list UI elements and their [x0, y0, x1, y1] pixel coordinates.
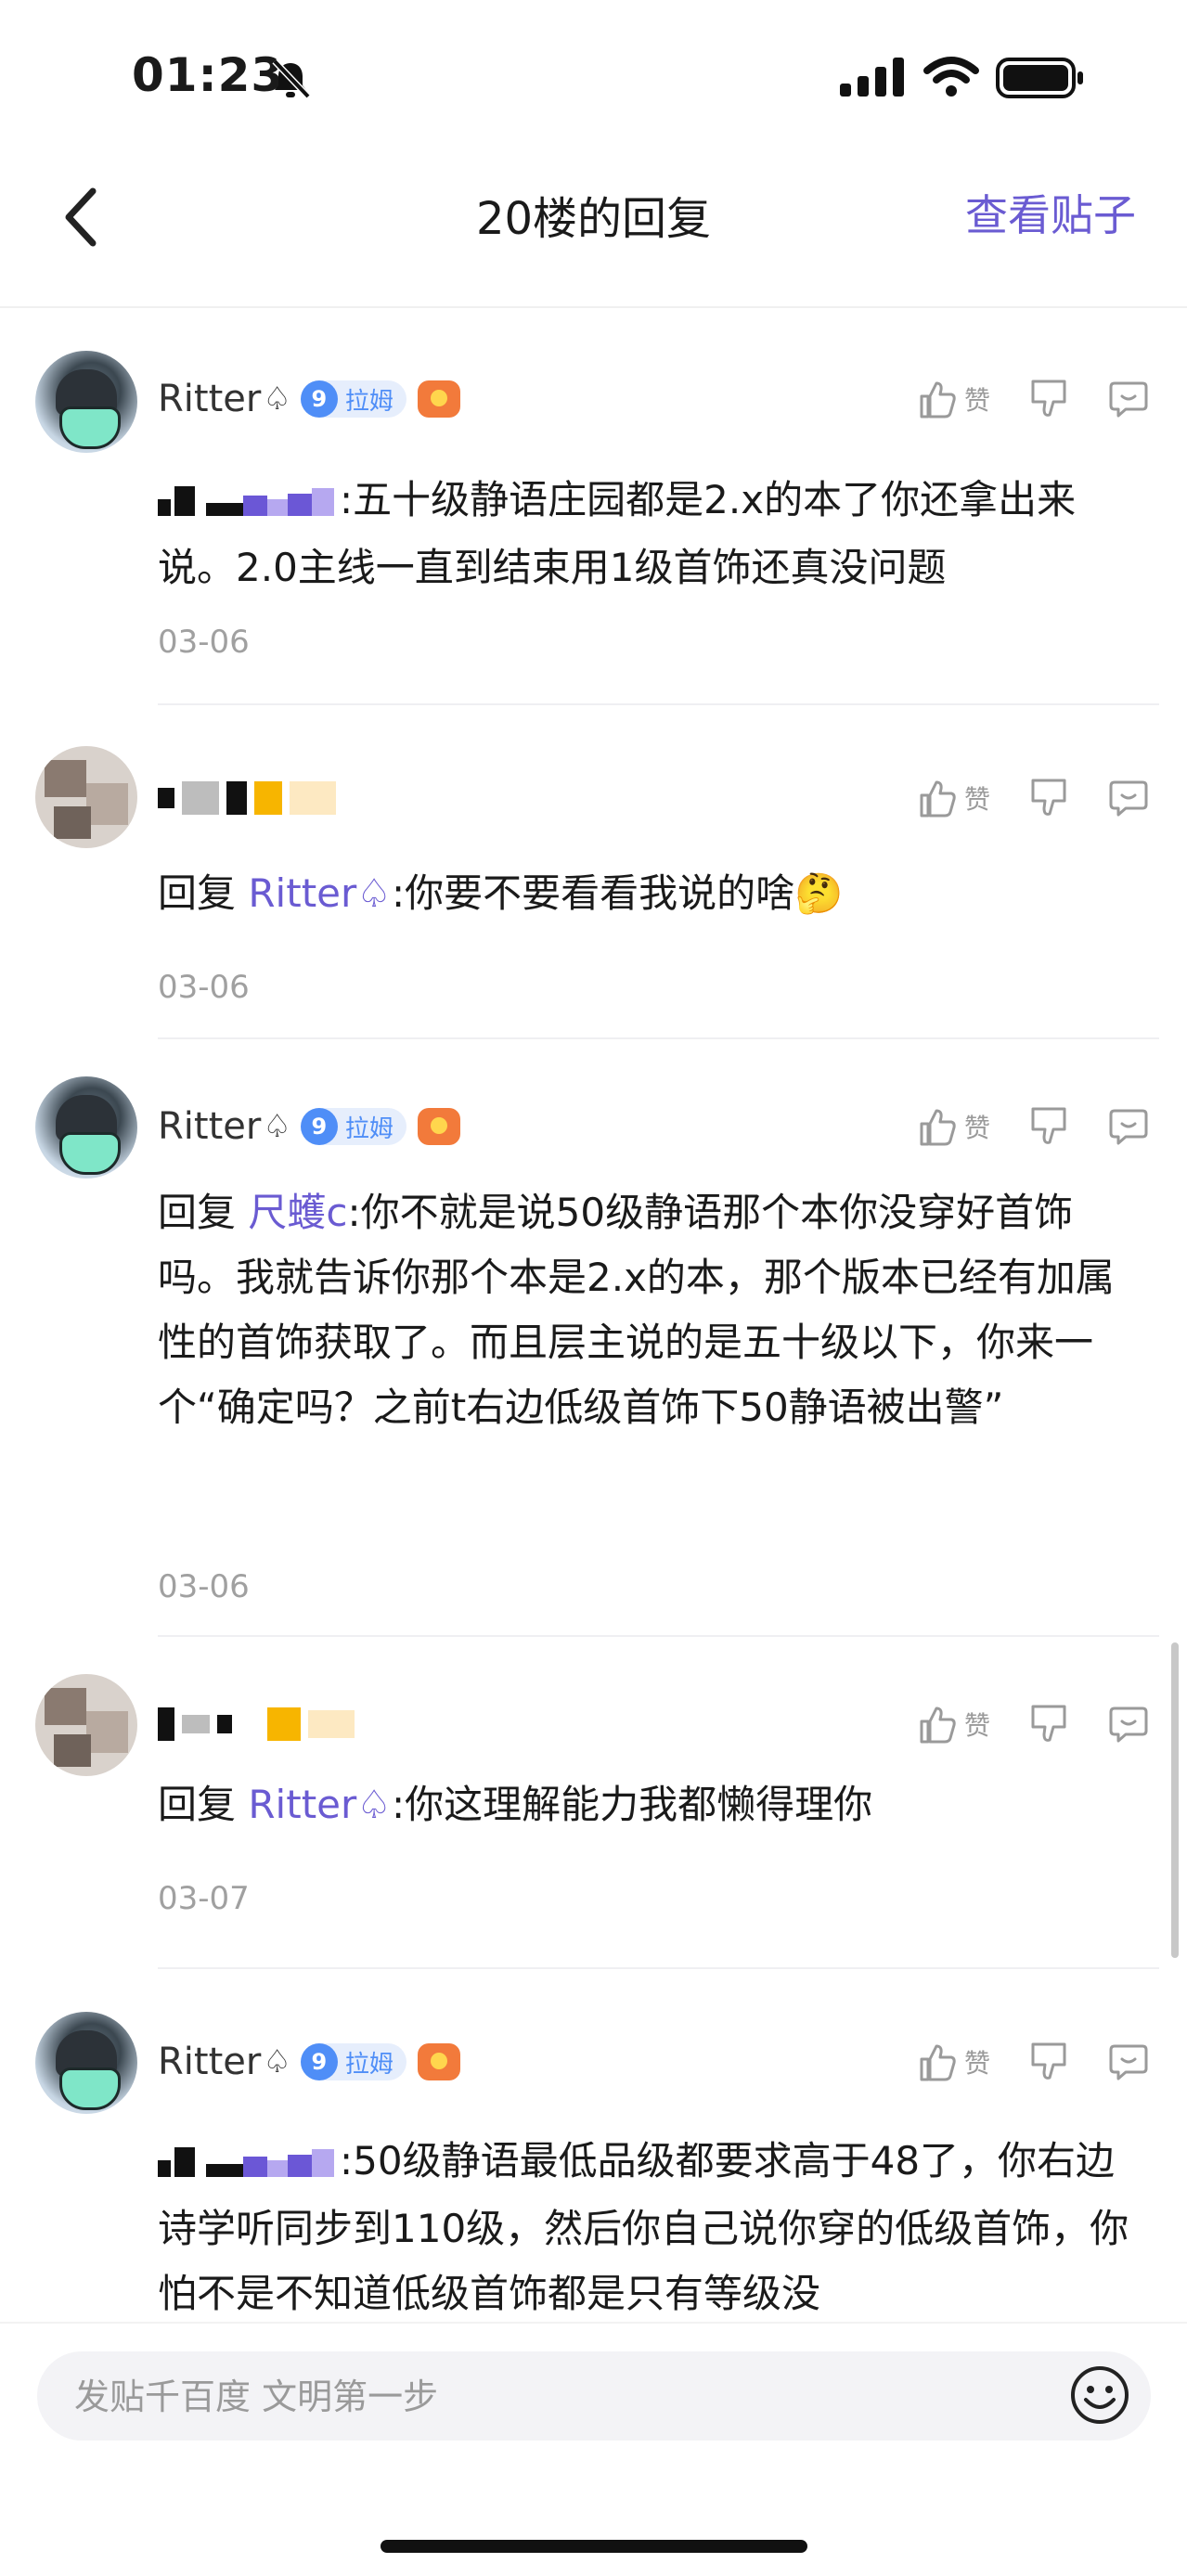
comment-button[interactable]	[1107, 378, 1150, 420]
reply-to-user[interactable]: Ritter♤	[248, 870, 392, 916]
game-badge-icon	[417, 380, 460, 418]
reply-list[interactable]: Ritter ♤ 9 拉姆 赞 :五十级静语庄园都是2.x的本了你还拿出来说。2…	[0, 308, 1187, 2322]
thumbs-down-icon	[1031, 2042, 1066, 2080]
comment-actions: 赞	[879, 2034, 1150, 2090]
censored-mention	[158, 2132, 334, 2196]
thumbs-down-icon	[1031, 380, 1066, 417]
like-button[interactable]: 赞	[916, 777, 990, 819]
spade-icon: ♤	[263, 2043, 291, 2080]
comment-button[interactable]	[1107, 2041, 1150, 2083]
censored-mention	[158, 470, 334, 535]
spade-icon: ♤	[263, 380, 291, 418]
home-indicator	[381, 2540, 807, 2553]
level-badge: 9 拉姆	[300, 380, 406, 418]
avatar[interactable]	[35, 351, 137, 453]
spade-icon: ♤	[263, 1108, 291, 1145]
user-info	[158, 1696, 355, 1752]
thumbs-up-icon	[920, 780, 956, 818]
list-item: 赞 回复 Ritter♤:你要不要看看我说的啥🤔 03-06	[0, 705, 1187, 1039]
thumbs-down-icon	[1031, 1705, 1066, 1742]
comment-date: 03-06	[158, 624, 250, 661]
username[interactable]: Ritter	[158, 378, 261, 420]
level-badge: 9 拉姆	[300, 2043, 406, 2080]
game-badge-icon	[417, 2043, 460, 2080]
thumbs-up-icon	[920, 1109, 956, 1146]
emoji-icon[interactable]	[1069, 2364, 1130, 2426]
scrollbar[interactable]	[1171, 1642, 1179, 1958]
comment-text: 回复 Ritter♤:你要不要看看我说的啥🤔	[158, 870, 844, 916]
list-item: Ritter ♤ 9 拉姆 赞 回复 尺蠖c:你不就是说50级静语那个本你没穿好…	[0, 1039, 1187, 1637]
game-badge-icon	[417, 1108, 460, 1145]
level-badge: 9 拉姆	[300, 1108, 406, 1145]
comment-button[interactable]	[1107, 777, 1150, 819]
username[interactable]: Ritter	[158, 2041, 261, 2083]
dislike-button[interactable]	[1027, 378, 1070, 420]
avatar[interactable]	[35, 1076, 137, 1179]
comment-text: 回复 尺蠖c:你不就是说50级静语那个本你没穿好首饰吗。我就告诉你那个本是2.x…	[158, 1190, 1115, 1430]
comment-button[interactable]	[1107, 1105, 1150, 1148]
username[interactable]: Ritter	[158, 1105, 261, 1148]
comment-icon	[1109, 381, 1148, 418]
avatar[interactable]	[35, 2012, 137, 2114]
list-item: Ritter ♤ 9 拉姆 赞 :50级静语最低品级都要求高于48了，你右边诗学…	[0, 1969, 1187, 2322]
reply-to-user[interactable]: 尺蠖c	[248, 1190, 347, 1235]
thumbs-up-icon	[920, 2044, 956, 2081]
comment-actions: 赞	[879, 1696, 1150, 1752]
thumbs-up-icon	[920, 1707, 956, 1744]
censored-username	[158, 1707, 355, 1741]
wifi-icon	[923, 57, 979, 97]
avatar[interactable]	[35, 1674, 137, 1776]
cellular-signal-icon	[840, 58, 904, 97]
like-button[interactable]: 赞	[916, 1105, 990, 1148]
like-button[interactable]: 赞	[916, 1703, 990, 1745]
comment-text: 回复 Ritter♤:你这理解能力我都懒得理你	[158, 1782, 873, 1827]
like-button[interactable]: 赞	[916, 378, 990, 420]
comment-icon	[1109, 1707, 1148, 1743]
list-item: 赞 回复 Ritter♤:你这理解能力我都懒得理你 03-07	[0, 1637, 1187, 1969]
dislike-button[interactable]	[1027, 1703, 1070, 1745]
user-info	[158, 770, 336, 826]
user-info: Ritter ♤ 9 拉姆	[158, 1099, 460, 1154]
comment-text: :五十级静语庄园都是2.x的本了你还拿出来说。2.0主线一直到结束用1级首饰还真…	[158, 468, 1151, 600]
nav-bar: 20楼的回复 查看贴子	[0, 158, 1187, 308]
comment-icon	[1109, 780, 1148, 817]
thumbs-down-icon	[1031, 1107, 1066, 1144]
thumbs-down-icon	[1031, 779, 1066, 816]
comment-actions: 赞	[879, 1099, 1150, 1154]
reply-input[interactable]	[72, 2351, 1004, 2442]
comment-text: :50级静语最低品级都要求高于48了，你右边诗学听同步到110级，然后你自己说你…	[158, 2129, 1151, 2322]
battery-icon	[996, 58, 1083, 98]
comment-button[interactable]	[1107, 1703, 1150, 1745]
dislike-button[interactable]	[1027, 2041, 1070, 2083]
thumbs-up-icon	[920, 381, 956, 419]
comment-actions: 赞	[879, 770, 1150, 826]
user-info: Ritter ♤ 9 拉姆	[158, 2034, 460, 2090]
view-post-button[interactable]: 查看贴子	[965, 182, 1136, 243]
dislike-button[interactable]	[1027, 1105, 1070, 1148]
comment-actions: 赞	[879, 371, 1150, 427]
list-item: Ritter ♤ 9 拉姆 赞 :五十级静语庄园都是2.x的本了你还拿出来说。2…	[0, 308, 1187, 705]
comment-icon	[1109, 1109, 1148, 1145]
composer-bar	[0, 2322, 1187, 2576]
status-time: 01:23	[132, 48, 285, 102]
comment-date: 03-07	[158, 1880, 250, 1917]
comment-date: 03-06	[158, 1568, 250, 1605]
reply-input-container[interactable]	[37, 2351, 1151, 2442]
dislike-button[interactable]	[1027, 777, 1070, 819]
comment-icon	[1109, 2044, 1148, 2080]
comment-date: 03-06	[158, 969, 250, 1006]
bell-muted-icon	[272, 58, 311, 99]
like-button[interactable]: 赞	[916, 2041, 990, 2083]
avatar[interactable]	[35, 746, 137, 848]
reply-to-user[interactable]: Ritter♤	[248, 1782, 392, 1827]
user-info: Ritter ♤ 9 拉姆	[158, 371, 460, 427]
status-bar: 01:23	[0, 0, 1187, 158]
censored-username	[158, 781, 336, 815]
